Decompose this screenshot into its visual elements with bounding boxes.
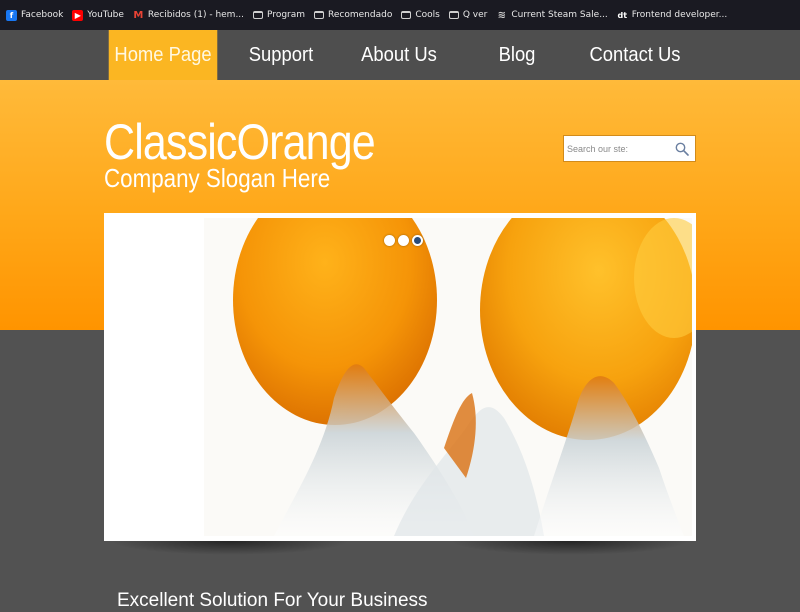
nav-support[interactable]: Support	[227, 30, 336, 80]
slider-dot[interactable]	[398, 235, 409, 246]
bookmark-facebook[interactable]: f Facebook	[6, 9, 64, 21]
bookmark-gmail[interactable]: M Recibidos (1) - hem...	[133, 10, 244, 21]
bookmark-label: Frontend developer...	[631, 10, 728, 20]
folder-icon	[253, 11, 264, 19]
bookmark-steam[interactable]: ≋ Current Steam Sale...	[496, 9, 608, 21]
main-navbar: Home Page Support About Us Blog Contact …	[0, 30, 800, 80]
steam-icon: ≋	[497, 9, 507, 21]
bookmark-label: YouTube	[87, 10, 124, 20]
bookmarks-bar: f Facebook ▶ YouTube M Recibidos (1) - h…	[0, 0, 800, 30]
site-logo[interactable]: ClassicOrange	[104, 116, 376, 168]
nav-contact-us[interactable]: Contact Us	[581, 30, 690, 80]
youtube-icon: ▶	[72, 9, 84, 21]
nav-blog[interactable]: Blog	[463, 30, 572, 80]
folder-icon	[401, 11, 412, 19]
bookmark-folder-program[interactable]: Program	[253, 10, 305, 20]
folder-icon	[448, 11, 459, 19]
facebook-icon: f	[6, 9, 17, 21]
bookmark-label: Program	[267, 10, 306, 20]
bookmark-label: Recomendado	[328, 10, 393, 20]
bookmark-label: Recibidos (1) - hem...	[147, 10, 245, 20]
bookmark-folder-qver[interactable]: Q ver	[448, 10, 488, 20]
search-input[interactable]	[564, 136, 672, 161]
nav-about-us[interactable]: About Us	[345, 30, 454, 80]
slider-dot[interactable]	[384, 235, 395, 246]
company-slogan: Company Slogan Here	[104, 163, 331, 193]
main-nav: Home Page Support About Us Blog Contact …	[104, 30, 694, 80]
slider-pagination	[384, 235, 423, 246]
content-tagline: Excellent Solution For Your Business	[117, 590, 428, 611]
bookmark-folder-cools[interactable]: Cools	[401, 10, 440, 20]
nav-home-page[interactable]: Home Page	[108, 30, 218, 80]
slider-shadow	[110, 541, 350, 555]
slider-dot-active[interactable]	[412, 235, 423, 246]
search-icon[interactable]	[672, 139, 692, 159]
bookmark-frontend[interactable]: dt Frontend developer...	[617, 10, 728, 21]
slider-shadow	[450, 541, 690, 555]
folder-icon	[314, 11, 325, 19]
bookmark-label: Q ver	[462, 10, 488, 20]
dt-icon: dt	[617, 10, 628, 20]
slide-image-oranges	[204, 218, 692, 536]
bookmark-label: Cools	[415, 10, 440, 20]
bookmark-label: Facebook	[21, 10, 64, 20]
image-slider	[104, 213, 696, 541]
gmail-icon: M	[133, 9, 144, 21]
search-box	[563, 135, 696, 162]
bookmark-folder-recomendado[interactable]: Recomendado	[314, 10, 392, 20]
bookmark-youtube[interactable]: ▶ YouTube	[72, 9, 124, 21]
bookmark-label: Current Steam Sale...	[511, 10, 608, 20]
